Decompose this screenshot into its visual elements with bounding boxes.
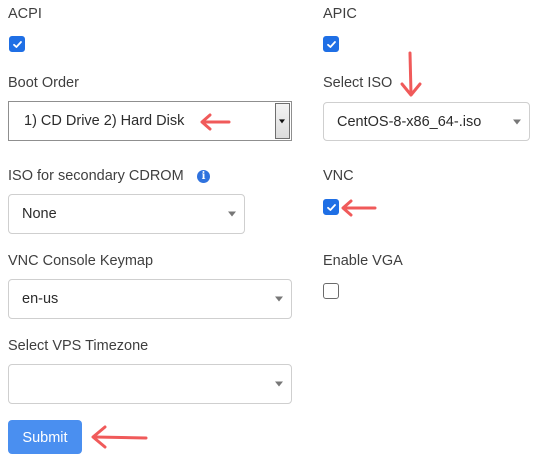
boot-order-select[interactable]: 1) CD Drive 2) Hard Disk — [8, 101, 292, 141]
chevron-down-icon — [228, 211, 236, 217]
vps-timezone-select[interactable] — [8, 364, 292, 404]
submit-button[interactable]: Submit — [8, 420, 82, 454]
caret-down-icon — [279, 119, 285, 124]
vnc-label: VNC — [323, 168, 354, 184]
select-iso-value: CentOS-8-x86_64-.iso — [337, 113, 482, 130]
checkmark-icon — [327, 41, 336, 48]
select-iso-label: Select ISO — [323, 75, 393, 91]
chevron-down-icon — [513, 119, 521, 124]
vnc-keymap-label: VNC Console Keymap — [8, 253, 154, 269]
annotation-arrow-left-icon — [91, 425, 148, 449]
vnc-keymap-value: en-us — [22, 291, 59, 307]
info-icon[interactable]: i — [197, 170, 210, 183]
secondary-cdrom-label: ISO for secondary CDROM — [8, 168, 184, 184]
annotation-arrow-down-icon — [400, 51, 422, 97]
vnc-keymap-select[interactable]: en-us — [8, 279, 292, 319]
vnc-checkbox[interactable] — [323, 199, 339, 215]
checkmark-icon — [13, 41, 22, 48]
chevron-down-icon — [275, 296, 283, 302]
annotation-arrow-left-icon — [341, 199, 377, 217]
dropdown-button[interactable] — [275, 103, 290, 139]
boot-order-value: 1) CD Drive 2) Hard Disk — [24, 113, 185, 129]
acpi-label: ACPI — [8, 6, 42, 22]
vps-timezone-label: Select VPS Timezone — [8, 338, 149, 354]
enable-vga-checkbox[interactable] — [323, 283, 339, 299]
apic-label: APIC — [323, 6, 357, 22]
secondary-cdrom-value: None — [22, 206, 57, 222]
chevron-down-icon — [275, 381, 283, 387]
boot-order-label: Boot Order — [8, 75, 79, 91]
acpi-checkbox[interactable] — [9, 36, 25, 52]
apic-checkbox[interactable] — [323, 36, 339, 52]
select-iso-dropdown[interactable]: CentOS-8-x86_64-.iso — [323, 102, 530, 141]
checkmark-icon — [327, 204, 336, 211]
enable-vga-label: Enable VGA — [323, 253, 403, 269]
secondary-cdrom-select[interactable]: None — [8, 194, 245, 234]
